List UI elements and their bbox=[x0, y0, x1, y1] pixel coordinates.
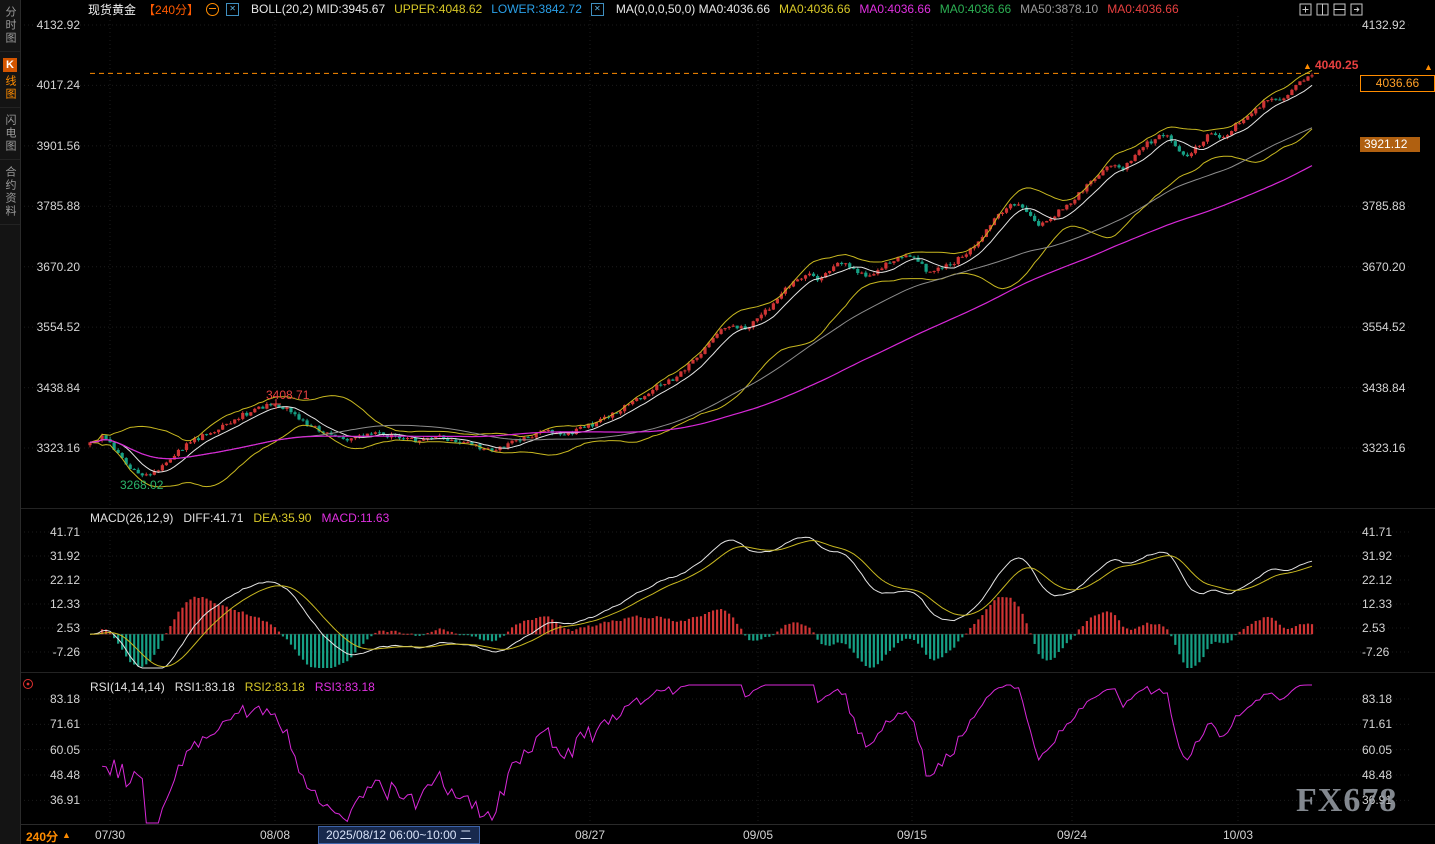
period-up-arrow-icon: ▲ bbox=[62, 830, 71, 840]
rsi-header: RSI(14,14,14) RSI1:83.18 RSI2:83.18 RSI3… bbox=[90, 680, 375, 694]
left-sidebar: 分时图 K 线图 闪电图 合约资料 bbox=[0, 0, 21, 844]
macd-hist-value: MACD:11.63 bbox=[321, 511, 389, 525]
new-chart-icon[interactable] bbox=[1299, 3, 1312, 16]
sidebar-item-time-chart[interactable]: 分时图 bbox=[0, 0, 20, 52]
split-vertical-icon[interactable] bbox=[1316, 3, 1329, 16]
rsi-title: RSI(14,14,14) bbox=[90, 680, 165, 694]
indicator-window-icon[interactable]: ✕ bbox=[226, 3, 239, 16]
price-up-arrow-icon: ▲ bbox=[1424, 62, 1433, 72]
sidebar-item-kline-chart[interactable]: K 线图 bbox=[0, 52, 20, 108]
indicator-window-icon[interactable]: ✕ bbox=[591, 3, 604, 16]
legend-item: LOWER:3842.72 bbox=[491, 2, 582, 16]
rsi3-value: RSI3:83.18 bbox=[315, 680, 375, 694]
last-price-tag: 4036.66 bbox=[1360, 75, 1435, 92]
k-badge: K bbox=[3, 58, 17, 72]
sidebar-item-label: 分时图 bbox=[2, 6, 18, 45]
legend-item: BOLL(20,2) MID:3945.67 bbox=[251, 2, 385, 16]
legend-item: MA0:4036.66 bbox=[779, 2, 850, 16]
sidebar-item-lightning-chart[interactable]: 闪电图 bbox=[0, 108, 20, 160]
legend-item: MA0:4036.66 bbox=[1107, 2, 1178, 16]
symbol-name: 现货黄金 bbox=[88, 1, 136, 18]
crosshair-date-box: 2025/08/12 06:00~10:00 二 bbox=[318, 826, 480, 844]
high-price-label: 4040.25 bbox=[1315, 58, 1358, 72]
legend-item: UPPER:4048.62 bbox=[394, 2, 482, 16]
rsi1-value: RSI1:83.18 bbox=[175, 680, 235, 694]
period-tag[interactable]: 【240分】 bbox=[143, 1, 199, 18]
rsi-indicator-icon[interactable] bbox=[21, 677, 35, 691]
trading-app-window: 分时图 K 线图 闪电图 合约资料 现货黄金 【240分】 ✕ BOLL(20,2… bbox=[0, 0, 1435, 844]
legend-items: ✕ BOLL(20,2) MID:3945.67 UPPER:4048.62 LOWE… bbox=[226, 2, 1179, 16]
swing-low-label: 3268.02 bbox=[120, 478, 163, 492]
legend-item: MA0:4036.66 bbox=[859, 2, 930, 16]
macd-header: MACD(26,12,9) DIFF:41.71 DEA:35.90 MACD:… bbox=[90, 511, 389, 525]
sidebar-item-label: 合约资料 bbox=[2, 166, 18, 218]
layout-toolbar bbox=[1299, 3, 1363, 16]
ma-price-tag: 3921.12 bbox=[1360, 137, 1420, 152]
macd-title: MACD(26,12,9) bbox=[90, 511, 173, 525]
split-horizontal-icon[interactable] bbox=[1333, 3, 1346, 16]
swing-high-label: 3408.71 bbox=[266, 388, 309, 402]
legend-item: MA0:4036.66 bbox=[940, 2, 1011, 16]
period-selector[interactable]: 240分 bbox=[26, 828, 58, 844]
collapse-indicator-icon[interactable] bbox=[206, 3, 219, 16]
sidebar-item-contract-info[interactable]: 合约资料 bbox=[0, 160, 20, 225]
candle-high-arrow-icon: ▲ bbox=[1303, 61, 1312, 71]
indicator-legend-bar: 现货黄金 【240分】 ✕ BOLL(20,2) MID:3945.67 UPPER… bbox=[88, 1, 1179, 17]
legend-item: MA50:3878.10 bbox=[1020, 2, 1098, 16]
sidebar-item-label: 闪电图 bbox=[2, 114, 18, 153]
cycle-layout-icon[interactable] bbox=[1350, 3, 1363, 16]
macd-dea-value: DEA:35.90 bbox=[253, 511, 311, 525]
macd-diff-value: DIFF:41.71 bbox=[183, 511, 243, 525]
brand-watermark: FX678 bbox=[1296, 782, 1397, 820]
rsi2-value: RSI2:83.18 bbox=[245, 680, 305, 694]
legend-item: MA(0,0,0,50,0) MA0:4036.66 bbox=[616, 2, 770, 16]
sidebar-item-label: 线图 bbox=[2, 75, 18, 101]
chart-canvas[interactable] bbox=[0, 0, 1435, 844]
